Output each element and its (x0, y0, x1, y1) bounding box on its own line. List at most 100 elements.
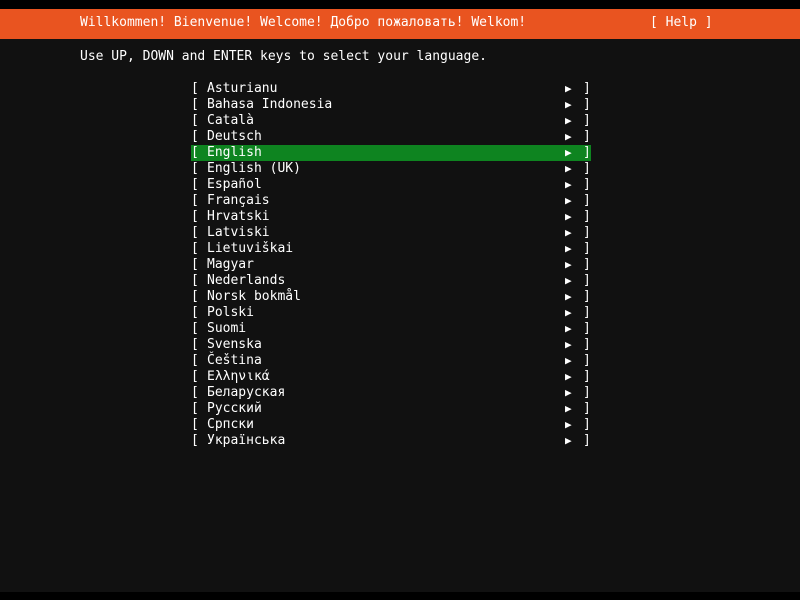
language-list-item[interactable]: [Bahasa Indonesia ▶] (191, 97, 591, 113)
language-name: Latviski (207, 225, 270, 240)
language-name: Українська (207, 433, 286, 448)
list-item-close-bracket: ] (583, 273, 591, 288)
language-name: Magyar (207, 257, 254, 272)
language-name: Русский (207, 401, 262, 416)
language-list[interactable]: [ Asturianu ▶] [ Bahasa Indonesia ▶] [ Català ▶]… (191, 81, 591, 449)
submenu-arrow-icon: ▶ (565, 210, 572, 223)
language-list-item[interactable]: [English (UK) ▶] (191, 161, 591, 177)
list-item-open-bracket: [ (191, 113, 199, 128)
list-item-close-bracket: ] (583, 161, 591, 176)
language-list-item[interactable]: [ Polski ▶] (191, 305, 591, 321)
list-item-open-bracket: [ (191, 321, 199, 336)
list-item-close-bracket: ] (583, 177, 591, 192)
list-item-open-bracket: [ (191, 289, 199, 304)
language-name: Polski (207, 305, 254, 320)
submenu-arrow-icon: ▶ (565, 194, 572, 207)
list-item-open-bracket: [ (191, 193, 199, 208)
list-item-open-bracket: [ (191, 433, 199, 448)
screen-bottom-border (0, 592, 800, 600)
list-item-open-bracket: [ (191, 273, 199, 288)
language-list-item[interactable]: [English ▶] (191, 145, 591, 161)
language-name: Asturianu (207, 81, 278, 96)
list-item-close-bracket: ] (583, 257, 591, 272)
list-item-open-bracket: [ (191, 161, 199, 176)
list-item-close-bracket: ] (583, 97, 591, 112)
submenu-arrow-icon: ▶ (565, 418, 572, 431)
list-item-open-bracket: [ (191, 241, 199, 256)
language-list-item[interactable]: [Español ▶] (191, 177, 591, 193)
list-item-close-bracket: ] (583, 385, 591, 400)
list-item-close-bracket: ] (583, 193, 591, 208)
language-list-item[interactable]: [Svenska ▶] (191, 337, 591, 353)
submenu-arrow-icon: ▶ (565, 242, 572, 255)
list-item-open-bracket: [ (191, 401, 199, 416)
submenu-arrow-icon: ▶ (565, 226, 572, 239)
language-name: Hrvatski (207, 209, 270, 224)
language-list-item[interactable]: [Català ▶] (191, 113, 591, 129)
installer-screen: Willkommen! Bienvenue! Welcome! Добро по… (0, 0, 800, 600)
language-name: English (UK) (207, 161, 301, 176)
language-list-item[interactable]: [Hrvatski ▶] (191, 209, 591, 225)
language-name: Српски (207, 417, 254, 432)
list-item-open-bracket: [ (191, 145, 199, 160)
language-list-item[interactable]: [Čeština ▶] (191, 353, 591, 369)
language-name: Español (207, 177, 262, 192)
submenu-arrow-icon: ▶ (565, 338, 572, 351)
language-name: Lietuviškai (207, 241, 294, 256)
list-item-close-bracket: ] (583, 305, 591, 320)
list-item-open-bracket: [ (191, 353, 199, 368)
list-item-close-bracket: ] (583, 321, 591, 336)
language-list-item[interactable]: [Magyar ▶] (191, 257, 591, 273)
language-name: Ελληνικά (207, 369, 270, 384)
language-name: Беларуская (207, 385, 286, 400)
language-list-item[interactable]: [Français ▶] (191, 193, 591, 209)
language-name: Bahasa Indonesia (207, 97, 333, 112)
list-item-close-bracket: ] (583, 113, 591, 128)
submenu-arrow-icon: ▶ (565, 178, 572, 191)
submenu-arrow-icon: ▶ (565, 370, 572, 383)
list-item-close-bracket: ] (583, 241, 591, 256)
list-item-close-bracket: ] (583, 81, 591, 96)
list-item-open-bracket: [ (191, 385, 199, 400)
list-item-close-bracket: ] (583, 337, 591, 352)
list-item-open-bracket: [ (191, 257, 199, 272)
list-item-open-bracket: [ (191, 417, 199, 432)
language-list-item[interactable]: [ Nederlands ▶] (191, 273, 591, 289)
instruction-text: Use UP, DOWN and ENTER keys to select yo… (80, 49, 487, 64)
submenu-arrow-icon: ▶ (565, 274, 572, 287)
language-list-item[interactable]: [ Lietuviškai ▶] (191, 241, 591, 257)
language-list-item[interactable]: [Українська ▶] (191, 433, 591, 449)
submenu-arrow-icon: ▶ (565, 386, 572, 399)
list-item-open-bracket: [ (191, 129, 199, 144)
list-item-close-bracket: ] (583, 353, 591, 368)
language-name: Suomi (207, 321, 247, 336)
language-list-item[interactable]: [Latviski ▶] (191, 225, 591, 241)
language-name: Català (207, 113, 254, 128)
help-button[interactable]: [ Help ] (650, 15, 713, 31)
list-item-close-bracket: ] (583, 433, 591, 448)
list-item-open-bracket: [ (191, 225, 199, 240)
list-item-close-bracket: ] (583, 145, 591, 160)
language-list-item[interactable]: [Ελληνικά ▶] (191, 369, 591, 385)
welcome-greeting: Willkommen! Bienvenue! Welcome! Добро по… (80, 15, 527, 30)
language-name: Norsk bokmål (207, 289, 301, 304)
language-list-item[interactable]: [ Suomi ▶] (191, 321, 591, 337)
screen-top-border (0, 0, 800, 9)
language-list-item[interactable]: [Deutsch ▶] (191, 129, 591, 145)
submenu-arrow-icon: ▶ (565, 146, 572, 159)
language-list-item[interactable]: [Русский ▶] (191, 401, 591, 417)
submenu-arrow-icon: ▶ (565, 322, 572, 335)
list-item-open-bracket: [ (191, 81, 199, 96)
list-item-open-bracket: [ (191, 305, 199, 320)
language-list-item[interactable]: [ Српски ▶] (191, 417, 591, 433)
language-name: Nederlands (207, 273, 286, 288)
submenu-arrow-icon: ▶ (565, 306, 572, 319)
submenu-arrow-icon: ▶ (565, 130, 572, 143)
header-bar: Willkommen! Bienvenue! Welcome! Добро по… (0, 9, 800, 39)
submenu-arrow-icon: ▶ (565, 98, 572, 111)
language-list-item[interactable]: [ Беларуская ▶] (191, 385, 591, 401)
list-item-close-bracket: ] (583, 417, 591, 432)
list-item-open-bracket: [ (191, 337, 199, 352)
language-list-item[interactable]: [Asturianu ▶] (191, 81, 591, 97)
language-list-item[interactable]: [Norsk bokmål ▶] (191, 289, 591, 305)
